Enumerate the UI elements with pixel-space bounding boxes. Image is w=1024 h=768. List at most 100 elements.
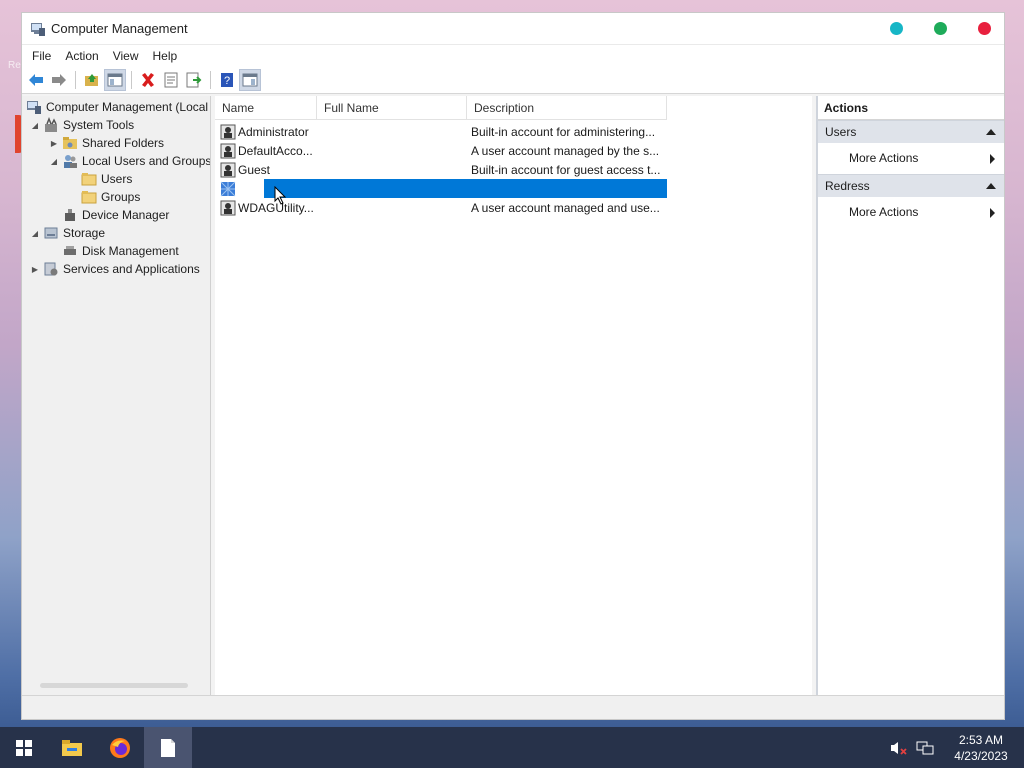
start-button[interactable]	[0, 727, 48, 768]
list-row-defaultaccount[interactable]: DefaultAcco... A user account managed by…	[215, 141, 667, 160]
export-list-icon	[186, 72, 202, 88]
status-bar	[22, 695, 1004, 719]
tree-item-services-applications[interactable]: ▶ Services and Applications	[30, 260, 200, 278]
tree-label: Storage	[63, 226, 106, 240]
up-folder-button[interactable]	[81, 69, 103, 91]
collapse-icon[interactable]: ◢	[30, 121, 40, 130]
tree-item-system-tools[interactable]: ◢ System Tools	[30, 116, 134, 134]
firefox-icon	[110, 737, 130, 758]
menu-action[interactable]: Action	[59, 49, 104, 63]
column-header-description[interactable]: Description	[467, 96, 667, 120]
export-list-button[interactable]	[183, 69, 205, 91]
user-description: A user account managed by the s...	[471, 143, 660, 158]
menu-file[interactable]: File	[26, 49, 57, 63]
submenu-arrow-icon	[990, 154, 995, 164]
list-header: Name Full Name Description	[215, 96, 667, 120]
tree-item-groups[interactable]: Groups	[81, 188, 140, 206]
more-actions-redress[interactable]: More Actions	[818, 197, 1004, 228]
tree-label: System Tools	[63, 118, 135, 132]
computer-management-window: Computer Management File Action View Hel…	[21, 12, 1005, 720]
notepad-icon	[161, 738, 175, 757]
actions-title: Actions	[818, 96, 1004, 120]
collapse-icon[interactable]: ◢	[49, 157, 59, 166]
tree-item-device-manager[interactable]: Device Manager	[62, 206, 169, 224]
back-arrow-icon	[29, 74, 43, 86]
tree-label: Users	[101, 172, 133, 186]
title-bar[interactable]: Computer Management	[22, 13, 1004, 45]
column-header-name[interactable]: Name	[215, 96, 317, 120]
up-folder-icon	[85, 74, 98, 86]
menu-view[interactable]: View	[107, 49, 145, 63]
show-hide-action-pane-button[interactable]	[239, 69, 261, 91]
tree-item-shared-folders[interactable]: ▶ Shared Folders	[49, 134, 164, 152]
list-row-administrator[interactable]: Administrator Built-in account for admin…	[215, 122, 667, 141]
delete-button[interactable]	[137, 69, 159, 91]
collapse-caret-icon[interactable]	[986, 129, 996, 135]
services-applications-icon	[44, 262, 58, 276]
expand-icon[interactable]: ▶	[30, 265, 40, 274]
user-description: Built-in account for administering...	[471, 124, 656, 139]
tree-label: Shared Folders	[82, 136, 165, 150]
clock-time: 2:53 AM	[958, 732, 1004, 747]
disk-management-icon	[64, 246, 76, 255]
back-button[interactable]	[25, 69, 47, 91]
user-list: Name Full Name Description Administrator…	[215, 96, 812, 695]
delete-x-icon	[142, 73, 154, 87]
mouse-cursor-icon	[274, 186, 287, 205]
actions-section-users[interactable]: Users	[818, 120, 1004, 143]
file-explorer-icon	[62, 739, 82, 756]
clock[interactable]: 2:53 AM 4/23/2023	[946, 732, 1016, 764]
user-description: Built-in account for guest access t...	[471, 162, 661, 177]
local-users-groups-icon	[64, 155, 77, 168]
help-button[interactable]: ?	[216, 69, 238, 91]
content-area: Computer Management (Local ◢ System Tool…	[22, 96, 1004, 695]
svg-text:?: ?	[224, 75, 230, 87]
tree-item-storage[interactable]: ◢ Storage	[30, 224, 105, 242]
taskbar: 2:53 AM 4/23/2023	[0, 727, 1024, 768]
folder-icon	[81, 191, 97, 204]
tree-label: Groups	[101, 190, 141, 204]
maximize-button[interactable]	[934, 22, 947, 35]
properties-button[interactable]	[160, 69, 182, 91]
show-hide-console-tree-button[interactable]	[104, 69, 126, 91]
actions-section-redress[interactable]: Redress	[818, 174, 1004, 197]
tree-item-disk-management[interactable]: Disk Management	[62, 242, 179, 260]
toolbar-separator	[131, 71, 132, 89]
collapse-caret-icon[interactable]	[986, 183, 996, 189]
new-user-icon	[220, 181, 236, 196]
column-header-full-name[interactable]: Full Name	[317, 96, 467, 120]
file-explorer-button[interactable]	[48, 727, 96, 768]
more-actions-users[interactable]: More Actions	[818, 143, 1004, 174]
volume-muted-icon[interactable]	[890, 740, 908, 756]
tree-horizontal-scrollbar[interactable]	[40, 683, 188, 688]
tree-label: Local Users and Groups	[82, 154, 211, 168]
list-row-guest[interactable]: Guest Built-in account for guest access …	[215, 160, 667, 179]
toolbar-separator	[210, 71, 211, 89]
menu-bar: File Action View Help	[22, 45, 1004, 67]
expand-icon[interactable]: ▶	[49, 139, 59, 148]
user-icon	[220, 124, 236, 139]
notepad-button[interactable]	[144, 727, 192, 768]
console-tree: Computer Management (Local ◢ System Tool…	[22, 96, 211, 695]
window-title: Computer Management	[51, 21, 188, 36]
tree-item-local-users-groups[interactable]: ◢ Local Users and Groups	[49, 152, 211, 170]
properties-icon	[164, 72, 178, 88]
toolbar-separator	[75, 71, 76, 89]
action-label: More Actions	[849, 151, 919, 165]
help-icon: ?	[221, 73, 233, 87]
tree-item-computer-management[interactable]: Computer Management (Local	[26, 98, 208, 116]
clock-date: 4/23/2023	[954, 748, 1008, 763]
system-tools-icon	[45, 117, 57, 132]
tree-label: Device Manager	[82, 208, 170, 222]
collapse-icon[interactable]: ◢	[30, 229, 40, 238]
firefox-button[interactable]	[96, 727, 144, 768]
actions-pane: Actions Users More Actions Redress More …	[816, 96, 1004, 695]
tree-item-users[interactable]: Users	[81, 170, 132, 188]
menu-help[interactable]: Help	[147, 49, 184, 63]
forward-button[interactable]	[48, 69, 70, 91]
minimize-button[interactable]	[890, 22, 903, 35]
user-name: Guest	[238, 162, 271, 177]
network-icon[interactable]	[916, 740, 934, 756]
close-button[interactable]	[978, 22, 991, 35]
console-tree-icon	[107, 73, 123, 87]
